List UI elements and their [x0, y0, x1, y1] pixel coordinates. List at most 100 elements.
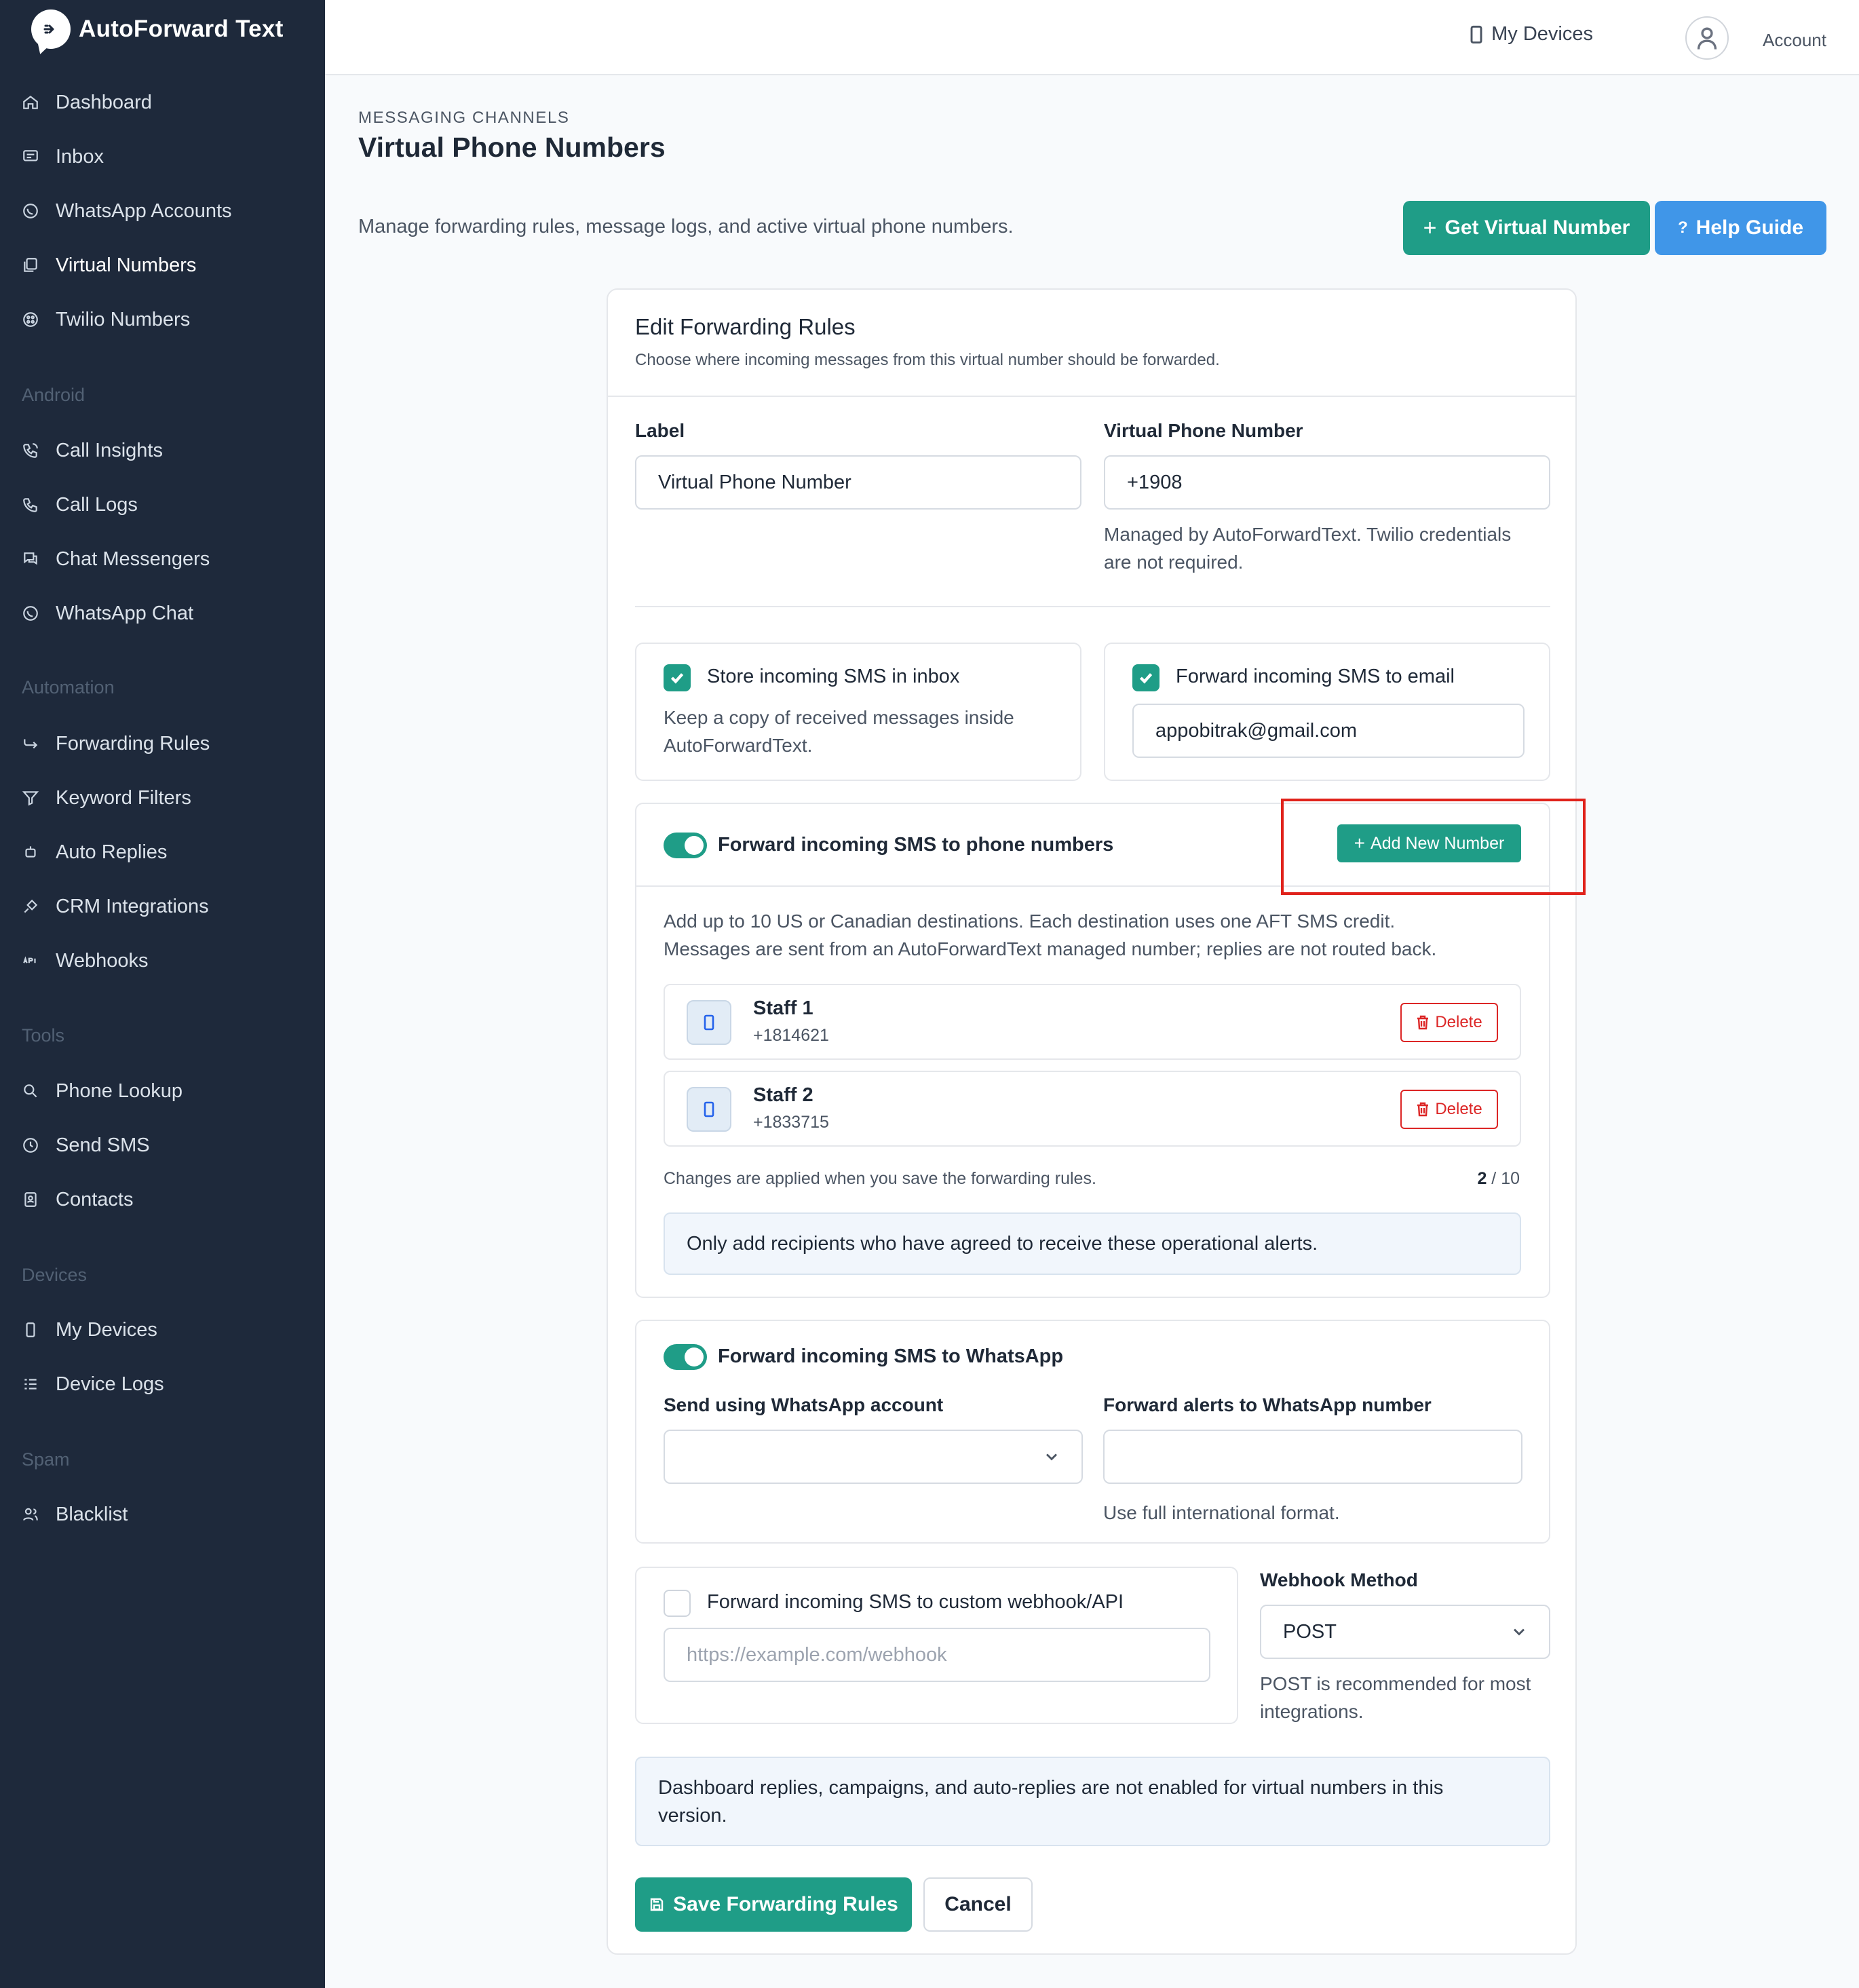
phone-forward-toggle[interactable]	[664, 833, 707, 858]
user-icon	[1697, 27, 1717, 50]
sidebar-item-label: Twilio Numbers	[56, 308, 191, 330]
sidebar-item-crm-integrations[interactable]: CRM Integrations	[22, 889, 209, 924]
highlight-box	[1281, 799, 1586, 895]
users-block-icon	[23, 1508, 38, 1521]
sidebar-item-call-logs[interactable]: Call Logs	[22, 487, 138, 522]
mobile-icon	[1470, 25, 1482, 43]
message-icon	[23, 150, 38, 161]
logo-icon	[31, 9, 71, 49]
notice-line: version.	[658, 1805, 727, 1827]
virtual-number-help: Managed by AutoForwardText. Twilio crede…	[1104, 520, 1511, 576]
sidebar-item-label: Auto Replies	[56, 841, 168, 863]
sidebar-item-label: WhatsApp Accounts	[56, 199, 232, 222]
sidebar-item-label: Blacklist	[56, 1503, 128, 1525]
sidebar-item-my-devices[interactable]: My Devices	[22, 1312, 157, 1347]
chat-icon	[24, 552, 37, 565]
sidebar-item-phone-lookup[interactable]: Phone Lookup	[22, 1073, 183, 1109]
desc-line: Keep a copy of received messages inside	[664, 707, 1014, 728]
count-value: 2	[1477, 1169, 1487, 1188]
sidebar-item-dashboard[interactable]: Dashboard	[22, 85, 152, 120]
recipient-row: Staff 2 +1833715 Delete	[664, 1071, 1521, 1147]
delete-recipient-button[interactable]: Delete	[1400, 1090, 1498, 1129]
sidebar-item-label: Webhooks	[56, 949, 149, 972]
account-avatar[interactable]	[1685, 16, 1729, 60]
email-forward-checkbox[interactable]	[1132, 664, 1160, 691]
webhook-url-input[interactable]: https://example.com/webhook	[664, 1628, 1210, 1682]
phone-forward-label: Forward incoming SMS to phone numbers	[718, 834, 1114, 856]
store-inbox-checkbox[interactable]	[664, 664, 691, 691]
cancel-button[interactable]: Cancel	[923, 1877, 1033, 1932]
sidebar-item-label: Inbox	[56, 145, 104, 168]
desc-line: Messages are sent from an AutoForwardTex…	[664, 938, 1437, 959]
top-my-devices-link[interactable]: My Devices	[1470, 23, 1593, 45]
consent-notice: Only add recipients who have agreed to r…	[664, 1212, 1521, 1275]
app-name: AutoForward Text	[79, 16, 284, 42]
sidebar-item-inbox[interactable]: Inbox	[22, 139, 104, 174]
save-forwarding-rules-button[interactable]: Save Forwarding Rules	[635, 1877, 912, 1932]
recipient-number: +1833715	[753, 1113, 829, 1132]
sidebar-item-label: WhatsApp Chat	[56, 602, 194, 624]
sidebar-item-twilio-numbers[interactable]: Twilio Numbers	[22, 302, 190, 337]
sidebar-item-auto-replies[interactable]: Auto Replies	[22, 835, 167, 870]
card-subtitle: Choose where incoming messages from this…	[635, 351, 1220, 369]
account-label[interactable]: Account	[1763, 30, 1826, 51]
virtual-number-field-label: Virtual Phone Number	[1104, 420, 1303, 441]
topbar: My Devices Account	[325, 0, 1859, 75]
recipient-row: Staff 1 +1814621 Delete	[664, 984, 1521, 1060]
sidebar-section-spam: Spam	[22, 1449, 70, 1470]
help-line: integrations.	[1260, 1701, 1364, 1722]
sidebar-item-webhooks[interactable]: Webhooks	[22, 943, 149, 978]
sidebar-item-virtual-numbers[interactable]: Virtual Numbers	[22, 248, 196, 283]
webhook-checkbox[interactable]	[664, 1590, 691, 1617]
delete-recipient-button[interactable]: Delete	[1400, 1003, 1498, 1042]
check-icon	[1139, 673, 1153, 684]
sidebar-item-contacts[interactable]: Contacts	[22, 1182, 133, 1217]
sidebar-item-label: Send SMS	[56, 1134, 150, 1156]
sidebar-item-whatsapp-chat[interactable]: WhatsApp Chat	[22, 596, 193, 631]
save-icon	[650, 1898, 664, 1911]
sidebar-item-label: Forwarding Rules	[56, 732, 210, 754]
sidebar-item-send-sms[interactable]: Send SMS	[22, 1128, 150, 1163]
phone-icon	[23, 498, 37, 512]
sidebar-section-devices: Devices	[22, 1265, 88, 1285]
webhook-forward-box: Forward incoming SMS to custom webhook/A…	[635, 1567, 1238, 1724]
whatsapp-number-input[interactable]	[1103, 1430, 1522, 1484]
email-forward-box: Forward incoming SMS to email appobitrak…	[1104, 643, 1550, 781]
get-virtual-number-button[interactable]: + Get Virtual Number	[1403, 201, 1650, 255]
whatsapp-number-help: Use full international format.	[1103, 1502, 1340, 1523]
list-icon	[24, 1379, 37, 1390]
check-icon	[670, 673, 684, 684]
whatsapp-account-label: Send using WhatsApp account	[664, 1394, 944, 1415]
home-icon	[23, 95, 38, 109]
desc-line: AutoForwardText.	[664, 735, 813, 756]
notice-line: Dashboard replies, campaigns, and auto-r…	[658, 1777, 1444, 1799]
whatsapp-forward-label: Forward incoming SMS to WhatsApp	[718, 1345, 1064, 1367]
virtual-number-input[interactable]: +1908	[1104, 455, 1550, 510]
sidebar-item-device-logs[interactable]: Device Logs	[22, 1366, 164, 1402]
whatsapp-account-select[interactable]	[664, 1430, 1083, 1484]
sidebar-item-chat-messengers[interactable]: Chat Messengers	[22, 541, 210, 577]
recipient-name: Staff 1	[753, 997, 813, 1019]
forwarding-rules-card: Edit Forwarding Rules Choose where incom…	[607, 288, 1577, 1955]
divider	[635, 606, 1550, 607]
phone-call-icon	[23, 443, 38, 458]
sidebar-item-call-insights[interactable]: Call Insights	[22, 433, 163, 468]
label-input[interactable]: Virtual Phone Number	[635, 455, 1081, 510]
sidebar-item-blacklist[interactable]: Blacklist	[22, 1497, 128, 1532]
help-line: are not required.	[1104, 552, 1244, 573]
sidebar-item-forwarding-rules[interactable]: Forwarding Rules	[22, 726, 210, 761]
page-title: Virtual Phone Numbers	[358, 132, 666, 163]
email-input[interactable]: appobitrak@gmail.com	[1132, 704, 1525, 758]
sidebar-item-whatsapp-accounts[interactable]: WhatsApp Accounts	[22, 193, 232, 229]
chevron-down-icon	[1042, 1447, 1061, 1472]
sidebar: AutoForward Text Dashboard Inbox WhatsAp…	[0, 0, 325, 1988]
card-title: Edit Forwarding Rules	[635, 314, 856, 339]
webhook-method-select[interactable]: POST	[1260, 1605, 1550, 1659]
whatsapp-forward-toggle[interactable]	[664, 1344, 707, 1370]
button-label: Delete	[1435, 1013, 1482, 1031]
app-logo[interactable]: AutoForward Text	[31, 9, 284, 49]
mobile-icon	[687, 1087, 731, 1132]
sidebar-item-keyword-filters[interactable]: Keyword Filters	[22, 780, 191, 816]
help-guide-button[interactable]: ? Help Guide	[1655, 201, 1826, 255]
sidebar-item-label: Virtual Numbers	[56, 254, 197, 276]
